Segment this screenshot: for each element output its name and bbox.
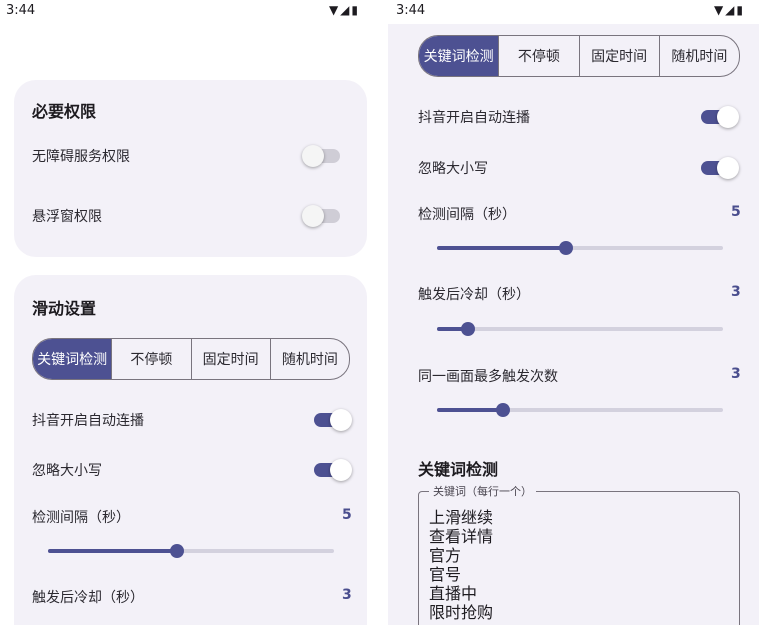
keyword-line: 查看详情 — [429, 527, 494, 546]
autoplay-label: 抖音开启自动连播 — [32, 413, 144, 429]
max-triggers-label: 同一画面最多触发次数 — [418, 369, 558, 385]
switch-knob — [330, 459, 352, 481]
mode-segmented-control: 关键词检测 不停顿 固定时间 随机时间 — [32, 338, 350, 380]
cooldown-slider[interactable] — [437, 322, 723, 336]
max-triggers-slider[interactable] — [437, 403, 723, 417]
status-time: 3:44 — [396, 3, 426, 18]
slider-thumb[interactable] — [461, 322, 476, 336]
cooldown-value: 3 — [731, 284, 741, 300]
status-bar: 3:44 ▼◢▮ — [388, 0, 759, 24]
overlay-permission-label: 悬浮窗权限 — [32, 209, 102, 225]
status-icons: ▼◢▮ — [328, 3, 360, 17]
slider-fill — [437, 408, 503, 412]
status-icons: ▼◢▮ — [713, 3, 745, 17]
detect-interval-value: 5 — [731, 204, 741, 220]
accessibility-permission-switch[interactable] — [302, 145, 340, 167]
ignore-case-switch[interactable] — [314, 459, 352, 481]
keyword-line: 上滑继续 — [429, 508, 494, 527]
switch-knob — [302, 145, 324, 167]
left-screen: 3:44 ▼◢▮ 必要权限 无障碍服务权限 悬浮窗权限 滑动设置 关键词检测 不… — [0, 0, 380, 625]
slider-fill — [48, 549, 177, 553]
right-screen: 3:44 ▼◢▮ 关键词检测 不停顿 固定时间 随机时间 抖音开启自动连播 忽略… — [388, 0, 759, 625]
switch-knob — [717, 157, 739, 179]
ignore-case-label: 忽略大小写 — [418, 161, 488, 177]
slider-thumb[interactable] — [495, 403, 510, 417]
mode-keyword-detect[interactable]: 关键词检测 — [33, 339, 112, 379]
ignore-case-switch[interactable] — [701, 157, 739, 179]
mode-random-time[interactable]: 随机时间 — [658, 36, 739, 76]
cooldown-value: 3 — [342, 587, 352, 603]
keyword-lines: 上滑继续 查看详情 官方 官号 直播中 限时抢购 — [429, 508, 493, 622]
switch-knob — [330, 409, 352, 431]
status-time: 3:44 — [6, 3, 36, 18]
max-triggers-value: 3 — [731, 366, 741, 382]
mode-no-pause[interactable]: 不停顿 — [498, 36, 578, 76]
permissions-title: 必要权限 — [32, 102, 97, 121]
slider-thumb[interactable] — [169, 544, 184, 558]
detect-interval-label: 检测间隔（秒） — [418, 207, 516, 223]
ignore-case-label: 忽略大小写 — [32, 463, 102, 479]
status-bar: 3:44 ▼◢▮ — [0, 0, 380, 24]
mode-fixed-time[interactable]: 固定时间 — [190, 339, 270, 379]
keyword-field-label: 关键词（每行一个） — [429, 483, 536, 499]
cooldown-label: 触发后冷却（秒） — [418, 287, 530, 303]
cooldown-label: 触发后冷却（秒） — [32, 590, 144, 606]
detect-interval-slider[interactable] — [48, 544, 334, 558]
keyword-section-title: 关键词检测 — [418, 460, 499, 479]
mode-no-pause[interactable]: 不停顿 — [111, 339, 190, 379]
autoplay-label: 抖音开启自动连播 — [418, 110, 530, 126]
detect-interval-label: 检测间隔（秒） — [32, 510, 130, 526]
overlay-permission-switch[interactable] — [302, 205, 340, 227]
switch-knob — [717, 106, 739, 128]
slider-fill — [437, 246, 566, 250]
mode-random-time[interactable]: 随机时间 — [269, 339, 349, 379]
keyword-line: 限时抢购 — [429, 603, 494, 622]
detect-interval-value: 5 — [342, 507, 352, 523]
accessibility-permission-label: 无障碍服务权限 — [32, 149, 130, 165]
mode-fixed-time[interactable]: 固定时间 — [578, 36, 659, 76]
swipe-settings-title: 滑动设置 — [32, 299, 97, 318]
keyword-textarea[interactable]: 关键词（每行一个） 上滑继续 查看详情 官方 官号 直播中 限时抢购 — [418, 483, 740, 625]
switch-knob — [302, 205, 324, 227]
permissions-card: 必要权限 无障碍服务权限 悬浮窗权限 — [14, 80, 367, 257]
swipe-settings-card: 滑动设置 关键词检测 不停顿 固定时间 随机时间 抖音开启自动连播 忽略大小写 … — [14, 275, 367, 625]
keyword-line: 直播中 — [429, 584, 478, 603]
mode-segmented-control: 关键词检测 不停顿 固定时间 随机时间 — [418, 35, 740, 77]
autoplay-switch[interactable] — [314, 409, 352, 431]
mode-keyword-detect[interactable]: 关键词检测 — [419, 36, 499, 76]
keyword-line: 官方 — [429, 546, 462, 565]
keyword-line: 官号 — [429, 565, 462, 584]
detect-interval-slider[interactable] — [437, 241, 723, 255]
autoplay-switch[interactable] — [701, 106, 739, 128]
slider-thumb[interactable] — [558, 241, 573, 255]
